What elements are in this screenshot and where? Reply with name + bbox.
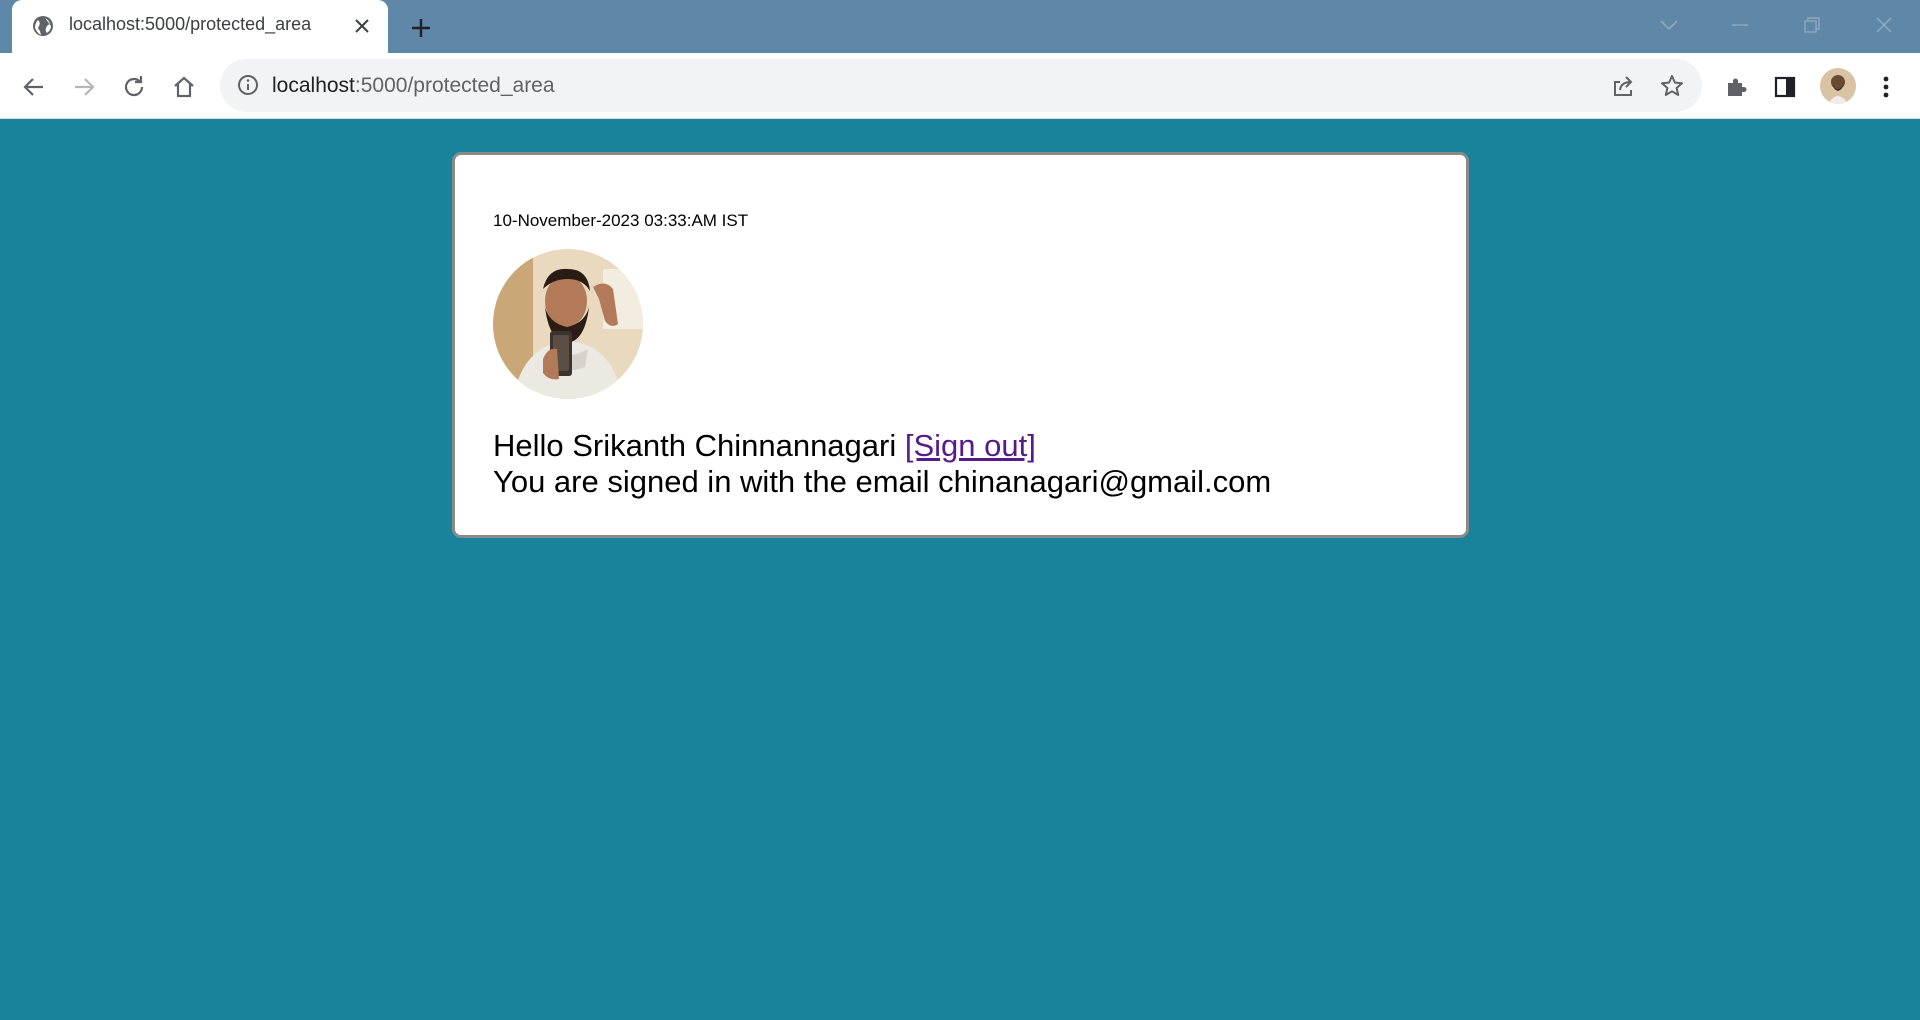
page-body: 10-November-2023 03:33:AM IST Hello Srik… [0, 119, 1920, 1020]
close-tab-icon[interactable] [350, 14, 374, 38]
side-panel-icon[interactable] [1767, 69, 1803, 105]
title-bar: localhost:5000/protected_area [0, 0, 1920, 53]
new-tab-icon[interactable] [406, 13, 436, 43]
tab-search-icon[interactable] [1649, 10, 1689, 40]
minimize-icon[interactable] [1720, 10, 1760, 40]
url-host: localhost [272, 74, 355, 97]
browser-tab[interactable]: localhost:5000/protected_area [12, 0, 388, 53]
sign-out-link[interactable]: [Sign out] [905, 428, 1036, 463]
extensions-puzzle-icon[interactable] [1718, 69, 1754, 105]
url-path: :5000/protected_area [354, 74, 555, 97]
url-text[interactable]: localhost:5000/protected_area [272, 74, 555, 98]
reload-icon[interactable] [116, 69, 152, 105]
more-menu-icon[interactable] [1868, 69, 1904, 105]
greeting-text: Hello Srikanth Chinnannagari [493, 428, 905, 463]
email-line: You are signed in with the email chinana… [493, 464, 1272, 499]
profile-card: 10-November-2023 03:33:AM IST Hello Srik… [452, 152, 1469, 538]
share-icon[interactable] [1608, 71, 1638, 101]
bookmark-star-icon[interactable] [1657, 71, 1687, 101]
close-window-icon[interactable] [1864, 10, 1904, 40]
back-arrow-icon[interactable] [16, 69, 52, 105]
restore-icon[interactable] [1792, 10, 1832, 40]
browser-toolbar: localhost:5000/protected_area [0, 53, 1920, 119]
forward-arrow-icon[interactable] [66, 69, 102, 105]
greeting-line: Hello Srikanth Chinnannagari [Sign out] [493, 428, 1036, 464]
globe-icon [32, 15, 54, 37]
timestamp: 10-November-2023 03:33:AM IST [493, 211, 749, 230]
address-bar[interactable]: localhost:5000/protected_area [220, 59, 1702, 112]
profile-avatar[interactable] [1820, 68, 1856, 104]
profile-photo [493, 249, 643, 399]
site-info-icon[interactable] [236, 73, 260, 97]
tab-title: localhost:5000/protected_area [69, 14, 312, 34]
home-icon[interactable] [166, 69, 202, 105]
